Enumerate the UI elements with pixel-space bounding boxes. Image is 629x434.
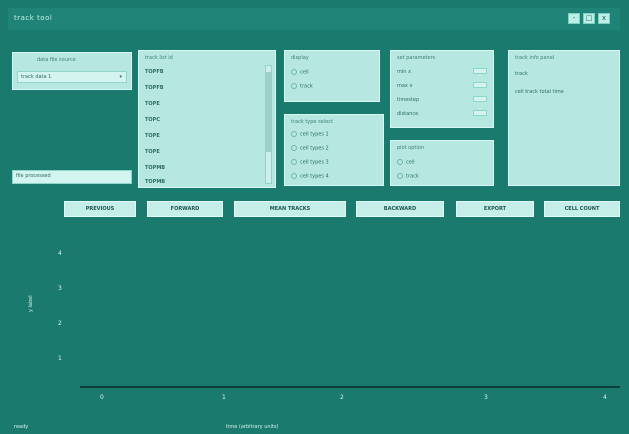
track-list-label: track list id — [145, 55, 173, 61]
type-option-2[interactable]: cell types 2 — [291, 145, 329, 152]
x-tick-label: 1 — [222, 394, 226, 401]
type-option-3[interactable]: cell types 3 — [291, 159, 329, 166]
track-list-scrollbar[interactable] — [265, 65, 272, 184]
cell-count-button[interactable]: CELL COUNT — [544, 201, 620, 217]
plot-option-cell[interactable]: cell — [397, 159, 415, 166]
display-label: display — [291, 55, 309, 61]
track-type-panel: track type select cell types 1 cell type… — [284, 114, 384, 186]
plot-option-track[interactable]: track — [397, 173, 419, 180]
y-tick-label: 3 — [58, 285, 62, 292]
param-input[interactable] — [473, 96, 487, 102]
status-text: ready — [14, 424, 29, 430]
list-item[interactable]: TOPFB — [145, 85, 164, 91]
plot-option-label: plot option — [397, 145, 424, 151]
y-tick-label: 1 — [58, 355, 62, 362]
display-option-cell[interactable]: cell — [291, 69, 309, 76]
scroll-thumb[interactable] — [266, 72, 271, 152]
x-tick-label: 4 — [603, 394, 607, 401]
parameters-label: set parameters — [397, 55, 436, 61]
list-item[interactable]: TOPMB — [145, 179, 165, 185]
info-panel: track info panel track cell track total … — [508, 50, 620, 186]
x-tick-label: 3 — [484, 394, 488, 401]
param-label: min x — [397, 69, 411, 75]
param-label: timestep — [397, 97, 420, 103]
param-input[interactable] — [473, 68, 487, 74]
y-tick-label: 2 — [58, 320, 62, 327]
list-item[interactable]: TOPE — [145, 149, 160, 155]
list-item[interactable]: TOPE — [145, 133, 160, 139]
list-item[interactable]: TOPE — [145, 101, 160, 107]
export-button[interactable]: EXPORT — [456, 201, 534, 217]
display-option-track[interactable]: track — [291, 83, 313, 90]
param-input[interactable] — [473, 82, 487, 88]
forward-button[interactable]: FORWARD — [147, 201, 223, 217]
y-tick-label: 4 — [58, 250, 62, 257]
info-line: track — [515, 71, 528, 77]
list-item[interactable]: TOPMB — [145, 165, 165, 171]
source-panel: data file source track data 1 ▾ — [12, 52, 132, 90]
x-axis-label: time (arbitrary units) — [226, 424, 279, 430]
processed-field-text: file processed — [16, 173, 51, 179]
info-label: track info panel — [515, 55, 555, 61]
parameters-panel: set parameters min x max x timestep dist… — [390, 50, 494, 128]
x-tick-label: 2 — [340, 394, 344, 401]
plot-area[interactable] — [70, 225, 620, 400]
plot-option-panel: plot option cell track — [390, 140, 494, 186]
list-item[interactable]: TOPFB — [145, 69, 164, 75]
chevron-down-icon: ▾ — [119, 74, 122, 80]
display-panel: display cell track — [284, 50, 380, 102]
param-label: distance — [397, 111, 419, 117]
source-select-value: track data 1 — [21, 74, 52, 80]
info-line: cell track total time — [515, 89, 564, 95]
track-type-label: track type select — [291, 119, 333, 125]
minimize-button[interactable]: - — [568, 13, 580, 24]
source-select[interactable]: track data 1 ▾ — [17, 71, 127, 83]
type-option-4[interactable]: cell types 4 — [291, 173, 329, 180]
close-button[interactable]: x — [598, 13, 610, 24]
maximize-button[interactable]: □ — [583, 13, 595, 24]
processed-field[interactable]: file processed — [12, 170, 132, 184]
app-title: track tool — [14, 14, 53, 22]
x-axis — [80, 386, 620, 388]
mean-tracks-button[interactable]: MEAN TRACKS — [234, 201, 346, 217]
x-tick-label: 0 — [100, 394, 104, 401]
param-label: max x — [397, 83, 413, 89]
track-list-panel: track list id TOPFB TOPFB TOPE TOPC TOPE… — [138, 50, 276, 188]
list-item[interactable]: TOPC — [145, 117, 160, 123]
param-input[interactable] — [473, 110, 487, 116]
type-option-1[interactable]: cell types 1 — [291, 131, 329, 138]
backward-button[interactable]: BACKWARD — [356, 201, 444, 217]
y-axis-label: y label — [28, 295, 34, 312]
title-bar: track tool - □ x — [8, 8, 620, 30]
source-label: data file source — [37, 57, 76, 63]
previous-button[interactable]: PREVIOUS — [64, 201, 136, 217]
